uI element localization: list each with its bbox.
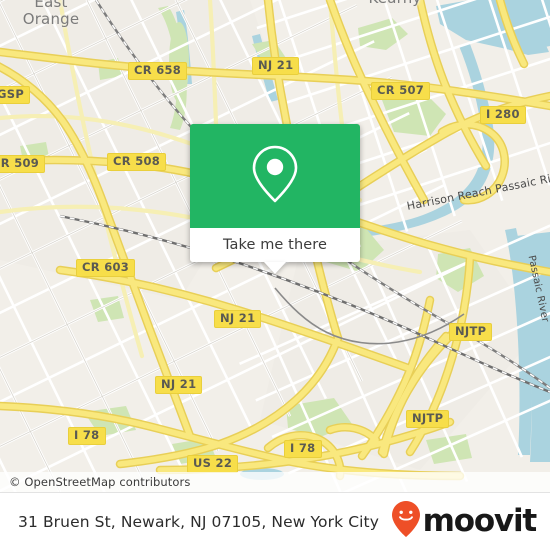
highway-shield-nj-21-s[interactable]: NJ 21 — [155, 376, 203, 394]
popup-tail-pointer — [264, 262, 286, 274]
highway-shield-cr-509[interactable]: CR 509 — [0, 155, 46, 173]
moovit-smiley-pin-icon — [391, 500, 421, 543]
location-pin-icon — [249, 143, 301, 210]
take-me-there-button-label: Take me there — [222, 237, 328, 253]
highway-shield-cr-658[interactable]: CR 658 — [128, 62, 188, 80]
map-attribution-bar: © OpenStreetMap contributors — [0, 472, 550, 492]
map-canvas[interactable]: East Orange Kearny Harrison Reach Passai… — [0, 0, 550, 492]
highway-shield-cr-507[interactable]: CR 507 — [371, 82, 431, 100]
highway-shield-i-280[interactable]: I 280 — [480, 106, 526, 124]
highway-shield-us-22[interactable]: US 22 — [187, 455, 239, 473]
highway-shield-cr-508[interactable]: CR 508 — [107, 153, 167, 171]
popup-footer[interactable]: Take me there — [190, 228, 360, 274]
highway-shield-nj-21-m[interactable]: NJ 21 — [214, 310, 262, 328]
location-popup[interactable]: Take me there — [190, 124, 360, 274]
popup-header — [190, 124, 360, 228]
highway-shield-i-78-e[interactable]: I 78 — [284, 440, 322, 458]
moovit-map-screenshot: East Orange Kearny Harrison Reach Passai… — [0, 0, 550, 550]
moovit-wordmark: moovit — [422, 503, 538, 539]
highway-shield-nj-21-n[interactable]: NJ 21 — [252, 57, 300, 75]
highway-shield-cr-603[interactable]: CR 603 — [76, 259, 136, 277]
highway-shield-njtp-n[interactable]: NJTP — [449, 323, 493, 341]
highway-shield-njtp-s[interactable]: NJTP — [406, 410, 450, 428]
moovit-brand-logo[interactable]: moovit — [391, 500, 538, 543]
highway-shield-gsp[interactable]: GSP — [0, 86, 31, 104]
openstreetmap-attribution[interactable]: © OpenStreetMap contributors — [0, 475, 190, 489]
highway-shield-i-78-w[interactable]: I 78 — [68, 427, 106, 445]
address-label: 31 Bruen St, Newark, NJ 07105, New York … — [18, 512, 379, 531]
footer-bar: 31 Bruen St, Newark, NJ 07105, New York … — [0, 492, 550, 550]
